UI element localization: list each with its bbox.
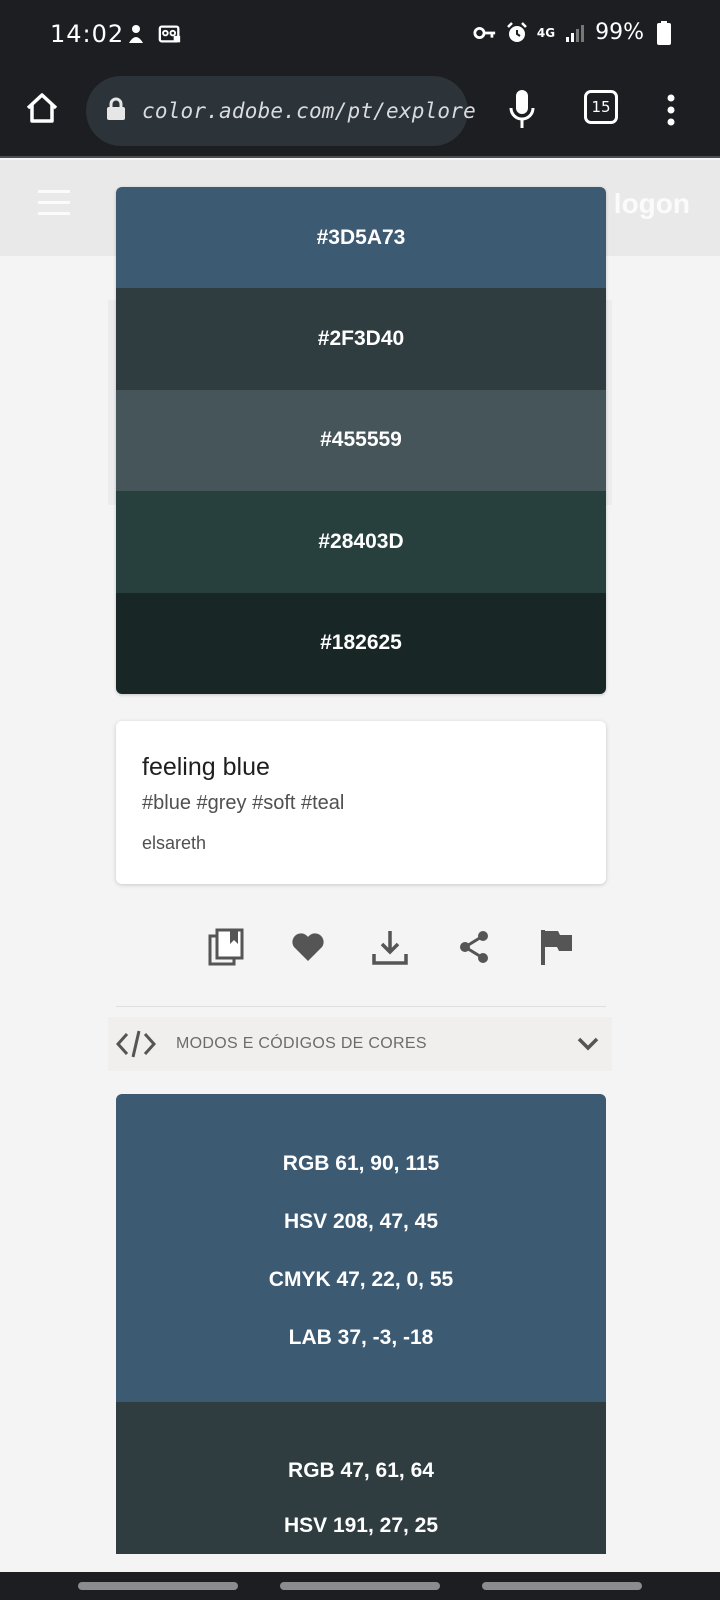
battery-icon [652,20,676,45]
color-swatch[interactable]: #3D5A73 [116,187,606,289]
nav-home-handle[interactable] [280,1582,440,1590]
cmyk-value[interactable]: CMYK 47, 22, 0, 55 [269,1251,453,1309]
url-text[interactable]: color.adobe.com/pt/explore [142,99,476,123]
more-vert-icon [667,94,675,126]
lab-value[interactable]: LAB 37, -3, -18 [289,1309,434,1367]
browser-toolbar: color.adobe.com/pt/explore 15 [0,70,720,158]
tab-switcher-button[interactable]: 15 [584,90,618,124]
section-divider [116,1006,606,1007]
color-codes-label: MODOS E CÓDIGOS DE CORES [176,1035,427,1052]
status-bar: 14:02 4G 99% [0,0,720,70]
alarm-icon [505,21,529,45]
download-button[interactable] [370,924,410,970]
rgb-value[interactable]: RGB 47, 61, 64 [288,1443,434,1499]
lock-icon [106,97,126,126]
flag-icon [541,930,572,965]
address-bar[interactable]: color.adobe.com/pt/explore [86,76,476,146]
home-button[interactable] [22,88,62,128]
network-type: 4G [536,25,556,40]
logon-link[interactable]: logon [614,188,690,220]
theme-actions [200,924,592,970]
save-to-library-button[interactable] [206,924,246,970]
hamburger-menu-icon[interactable] [38,190,70,216]
vpn-key-icon [473,21,497,45]
code-icon [115,1029,157,1059]
download-icon [372,931,408,965]
hsv-value[interactable]: HSV 191, 27, 25 [284,1499,438,1555]
color-swatch[interactable]: #455559 [116,389,606,492]
status-time: 14:02 [50,20,125,48]
battery-percent: 99% [595,20,644,45]
microphone-icon [509,90,535,128]
share-icon [460,931,488,963]
chevron-down-icon[interactable] [576,1032,600,1056]
nav-recents-handle[interactable] [78,1582,238,1590]
share-button[interactable] [454,924,494,970]
color-codes-list: RGB 61, 90, 115 HSV 208, 47, 45 CMYK 47,… [116,1094,606,1554]
notification-app-icon [124,22,148,46]
rgb-value[interactable]: RGB 61, 90, 115 [283,1135,439,1193]
nav-back-handle[interactable] [482,1582,642,1590]
color-swatch[interactable]: #2F3D40 [116,288,606,390]
heart-icon [292,933,324,961]
color-codes-toggle[interactable]: MODOS E CÓDIGOS DE CORES [115,1022,606,1066]
home-icon [26,93,58,123]
voice-search-button[interactable] [506,88,538,132]
color-swatch[interactable]: #28403D [116,491,606,593]
hsv-value[interactable]: HSV 208, 47, 45 [284,1193,438,1251]
color-code-block: RGB 61, 90, 115 HSV 208, 47, 45 CMYK 47,… [116,1094,606,1402]
theme-tags[interactable]: #blue #grey #soft #teal [142,792,580,815]
theme-author[interactable]: elsareth [142,833,580,854]
like-button[interactable] [288,924,328,970]
color-palette: #3D5A73 #2F3D40 #455559 #28403D #182625 [116,187,606,694]
system-nav-bar [0,1572,720,1600]
copy-to-library-icon [208,928,244,966]
voicemail-icon [158,22,182,46]
report-button[interactable] [536,924,576,970]
signal-icon [563,21,587,45]
theme-info-card: feeling blue #blue #grey #soft #teal els… [116,721,606,884]
theme-title: feeling blue [142,753,270,781]
color-swatch[interactable]: #182625 [116,592,606,694]
browser-menu-button[interactable] [662,90,680,130]
color-code-block: RGB 47, 61, 64 HSV 191, 27, 25 [116,1402,606,1554]
